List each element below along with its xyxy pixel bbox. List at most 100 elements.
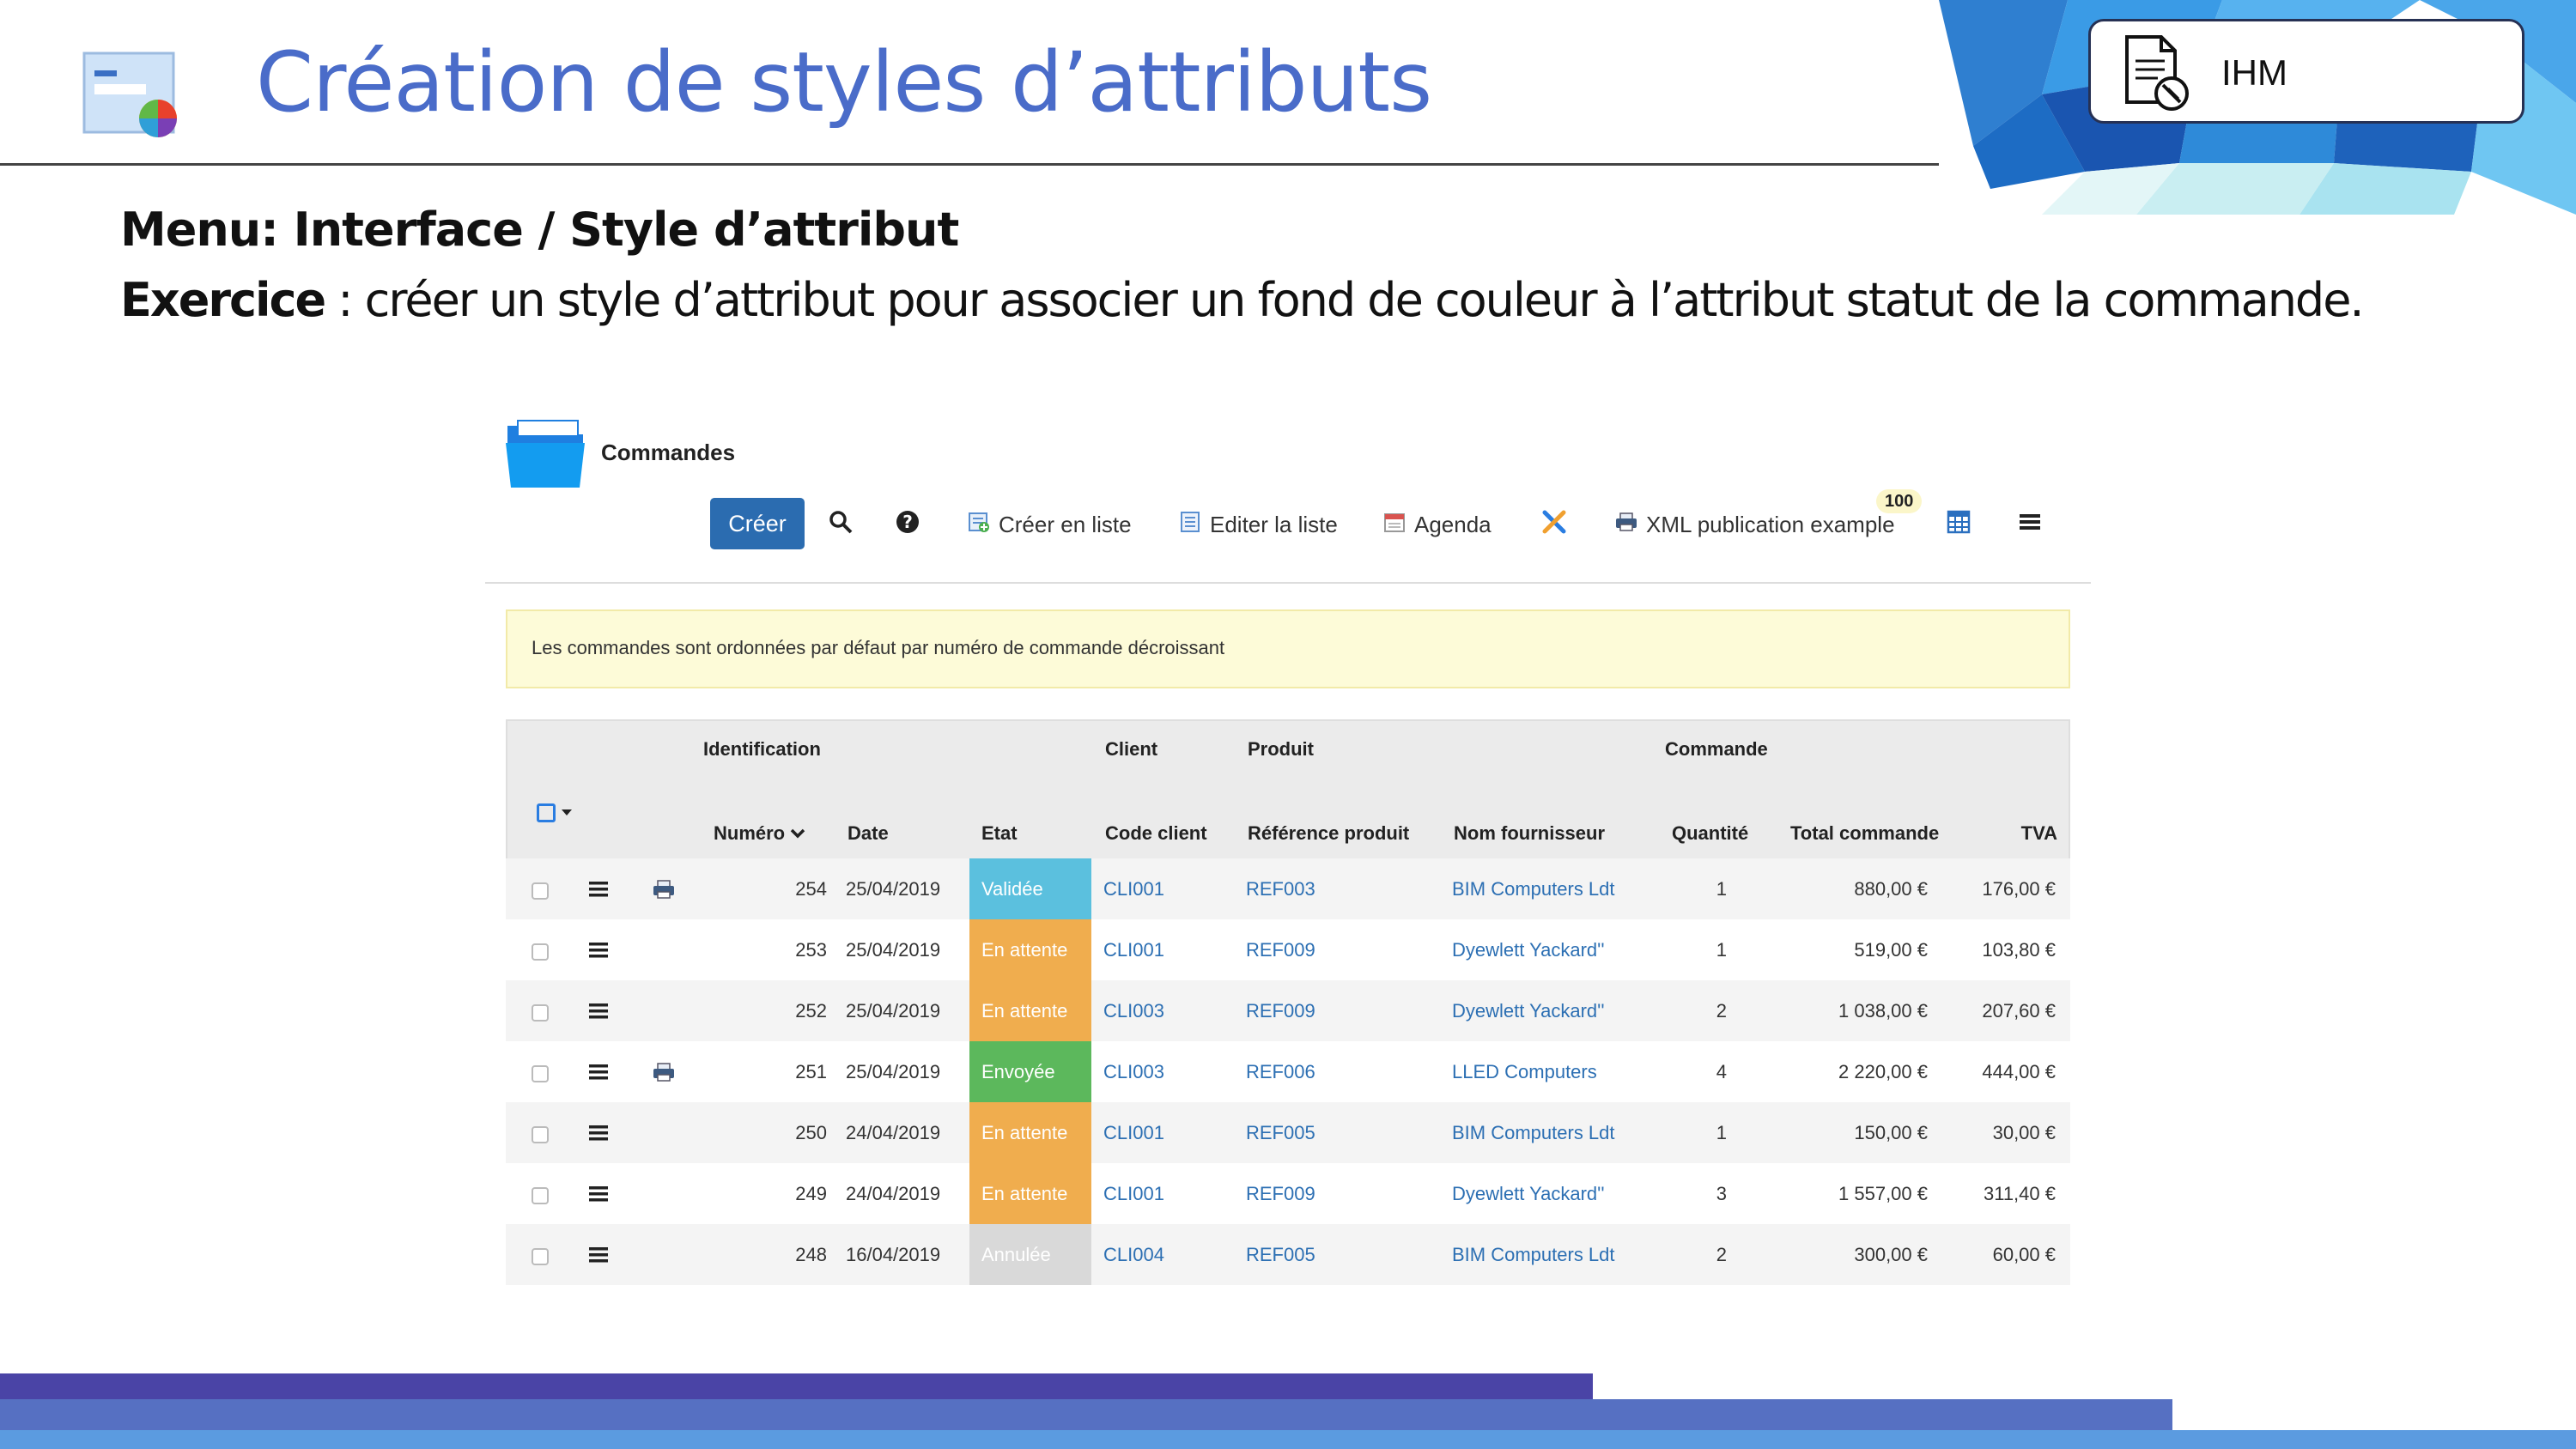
tools-button[interactable] [1541, 498, 1576, 551]
cell-total-commande: 2 220,00 € [1838, 1061, 1928, 1082]
row-checkbox[interactable] [532, 882, 549, 900]
footer-bar-mid [0, 1399, 2172, 1430]
cell-reference-link[interactable]: REF009 [1246, 980, 1315, 1041]
col-code-client[interactable]: Code client [1105, 822, 1207, 845]
info-banner: Les commandes sont ordonnées par défaut … [506, 609, 2070, 688]
row-checkbox[interactable] [532, 1126, 549, 1143]
edit-list-button[interactable]: Editer la liste [1179, 498, 1338, 551]
cell-reference-link[interactable]: REF009 [1246, 919, 1315, 980]
create-button[interactable]: Créer [710, 498, 805, 549]
select-all-checkbox[interactable] [537, 803, 556, 822]
col-quantite[interactable]: Quantité [1672, 822, 1748, 845]
cell-fournisseur-link[interactable]: BIM Computers Ldt [1452, 1102, 1615, 1163]
row-checkbox[interactable] [532, 943, 549, 961]
cell-total-commande: 1 557,00 € [1838, 1183, 1928, 1204]
agenda-button[interactable]: Agenda [1383, 498, 1492, 551]
topic-tag-label: IHM [2221, 52, 2287, 93]
cell-fournisseur-link[interactable]: Dyewlett Yackard'' [1452, 919, 1605, 980]
help-button[interactable]: ? [896, 498, 928, 551]
row-checkbox[interactable] [532, 1187, 549, 1204]
row-checkbox[interactable] [532, 1065, 549, 1082]
cell-numero: 249 [795, 1183, 827, 1204]
row-checkbox[interactable] [532, 1004, 549, 1022]
cell-numero: 251 [795, 1061, 827, 1082]
col-tva[interactable]: TVA [1967, 822, 2057, 845]
table-row[interactable]: 248 16/04/2019 Annulée CLI004 REF005 BIM Comp… [506, 1224, 2070, 1285]
row-menu-icon[interactable] [588, 1124, 609, 1148]
col-reference-produit[interactable]: Référence produit [1248, 822, 1409, 845]
cell-fournisseur-link[interactable]: LLED Computers [1452, 1041, 1597, 1102]
cell-reference-link[interactable]: REF005 [1246, 1102, 1315, 1163]
table-view-button[interactable] [1947, 498, 1979, 551]
xml-publication-label: XML publication example [1646, 511, 1895, 537]
row-menu-icon[interactable] [588, 1246, 609, 1270]
cell-etat-status: En attente [969, 1163, 1091, 1224]
cell-etat-status: Annulée [969, 1224, 1091, 1285]
row-menu-icon[interactable] [588, 941, 609, 965]
cell-code-client-link[interactable]: CLI003 [1103, 980, 1164, 1041]
count-badge: 100 [1876, 489, 1923, 513]
table-row[interactable]: 251 25/04/2019 Envoyée CLI003 REF006 LLED Com… [506, 1041, 2070, 1102]
question-circle-icon: ? [896, 510, 928, 540]
group-commande: Commande [1665, 738, 1768, 760]
row-printer-icon[interactable] [652, 879, 676, 905]
cell-code-client-link[interactable]: CLI001 [1103, 858, 1164, 919]
slide-title: Création de styles d’attributs [256, 34, 1432, 130]
cell-date: 24/04/2019 [846, 1122, 941, 1143]
more-menu-button[interactable] [2019, 498, 2050, 551]
cell-tva: 311,40 € [1983, 1183, 2056, 1204]
cell-reference-link[interactable]: REF009 [1246, 1163, 1315, 1224]
cell-quantite: 2 [1716, 1000, 1727, 1022]
title-divider [0, 163, 1939, 166]
exercise-label: Exercice [120, 273, 326, 327]
cell-reference-link[interactable]: REF006 [1246, 1041, 1315, 1102]
table-row[interactable]: 250 24/04/2019 En attente CLI001 REF005 BIM C… [506, 1102, 2070, 1163]
cell-fournisseur-link[interactable]: Dyewlett Yackard'' [1452, 1163, 1605, 1224]
menu-path-text: Menu: Interface / Style d’attribut [120, 203, 959, 257]
cell-code-client-link[interactable]: CLI001 [1103, 919, 1164, 980]
table-header: Identification Client Produit Commande N… [506, 719, 2070, 858]
col-total-commande[interactable]: Total commande [1790, 822, 1939, 845]
cell-etat-status: En attente [969, 919, 1091, 980]
folder-icon [506, 419, 585, 489]
col-etat[interactable]: Etat [981, 822, 1018, 845]
table-row[interactable]: 249 24/04/2019 En attente CLI001 REF009 Dyewl… [506, 1163, 2070, 1224]
xml-publication-button[interactable]: XML publication example [1615, 498, 1895, 551]
document-settings-icon [2123, 33, 2192, 112]
cell-code-client-link[interactable]: CLI001 [1103, 1163, 1164, 1224]
table-row[interactable]: 252 25/04/2019 En attente CLI003 REF009 Dyewl… [506, 980, 2070, 1041]
col-numero[interactable]: Numéro [714, 822, 805, 845]
cell-code-client-link[interactable]: CLI001 [1103, 1102, 1164, 1163]
cell-code-client-link[interactable]: CLI004 [1103, 1224, 1164, 1285]
cell-fournisseur-link[interactable]: BIM Computers Ldt [1452, 858, 1615, 919]
cell-quantite: 3 [1716, 1183, 1727, 1204]
cell-tva: 30,00 € [1992, 1122, 2056, 1143]
row-menu-icon[interactable] [588, 1185, 609, 1209]
row-menu-icon[interactable] [588, 1063, 609, 1087]
table-row[interactable]: 253 25/04/2019 En attente CLI001 REF009 Dyewl… [506, 919, 2070, 980]
slide-logo-icon [82, 52, 179, 137]
group-produit: Produit [1248, 738, 1314, 760]
create-list-label: Créer en liste [999, 511, 1132, 537]
row-checkbox[interactable] [532, 1248, 549, 1265]
cell-fournisseur-link[interactable]: Dyewlett Yackard'' [1452, 980, 1605, 1041]
search-button[interactable] [829, 498, 861, 551]
cell-total-commande: 300,00 € [1854, 1244, 1928, 1265]
col-date[interactable]: Date [848, 822, 889, 845]
cell-code-client-link[interactable]: CLI003 [1103, 1041, 1164, 1102]
col-nom-fournisseur[interactable]: Nom fournisseur [1454, 822, 1605, 845]
table-row[interactable]: 254 25/04/2019 Validée CLI001 REF003 BIM Comp… [506, 858, 2070, 919]
cell-reference-link[interactable]: REF003 [1246, 858, 1315, 919]
row-menu-icon[interactable] [588, 880, 609, 904]
select-all-dropdown[interactable] [537, 803, 573, 822]
row-menu-icon[interactable] [588, 1002, 609, 1026]
table-grid-icon [1947, 510, 1979, 540]
cell-tva: 60,00 € [1992, 1244, 2056, 1265]
cell-etat-status: Validée [969, 858, 1091, 919]
cell-total-commande: 880,00 € [1854, 878, 1928, 900]
cell-etat-status: Envoyée [969, 1041, 1091, 1102]
cell-reference-link[interactable]: REF005 [1246, 1224, 1315, 1285]
create-list-button[interactable]: Créer en liste [968, 498, 1132, 551]
cell-fournisseur-link[interactable]: BIM Computers Ldt [1452, 1224, 1615, 1285]
row-printer-icon[interactable] [652, 1062, 676, 1088]
